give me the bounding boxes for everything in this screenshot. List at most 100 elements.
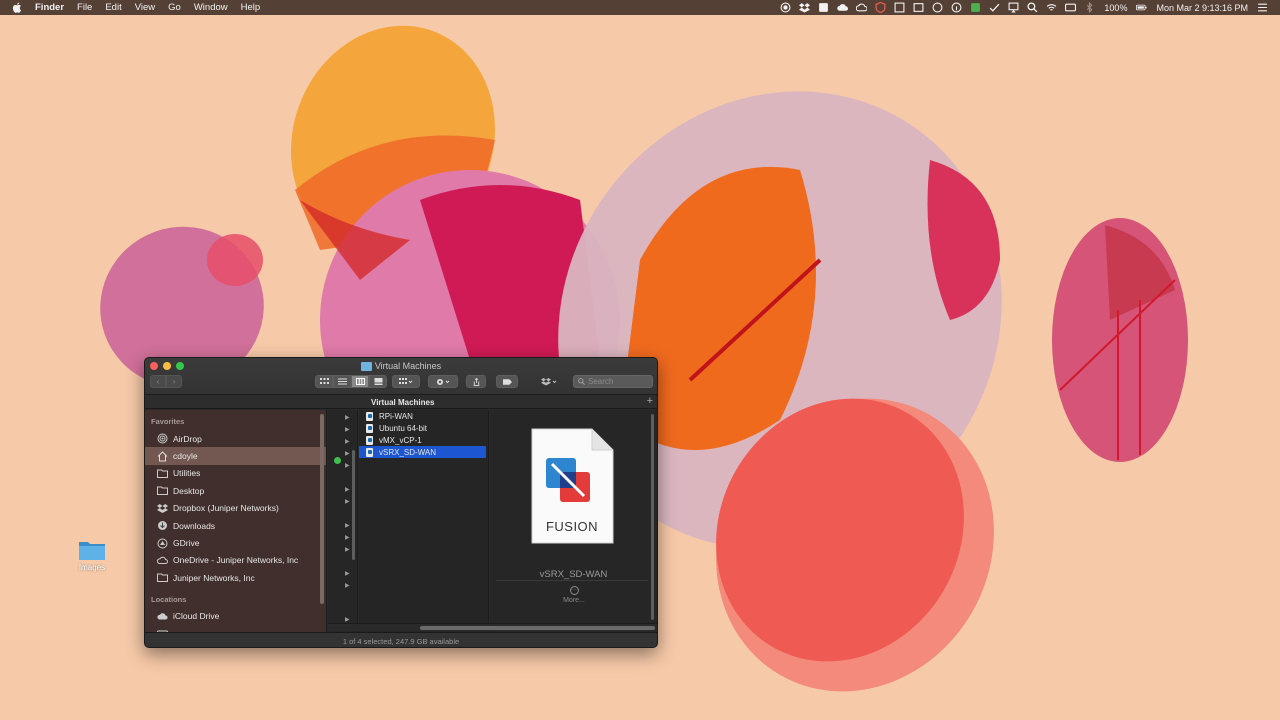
add-tab-button[interactable]: + bbox=[647, 395, 653, 407]
airplay-icon[interactable] bbox=[1008, 2, 1019, 13]
record-icon[interactable] bbox=[780, 2, 791, 13]
sidebar-item-utilities[interactable]: Utilities bbox=[145, 465, 326, 482]
sidebar-scrollbar[interactable] bbox=[320, 414, 324, 604]
file-item[interactable]: RPi-WAN bbox=[359, 410, 488, 422]
sidebar-item-downloads[interactable]: Downloads bbox=[145, 517, 326, 534]
bluetooth-icon[interactable] bbox=[1084, 2, 1095, 13]
sidebar-item-label: Utilities bbox=[173, 468, 201, 479]
apple-icon[interactable] bbox=[12, 1, 25, 14]
disclosure-arrow[interactable]: ▶ bbox=[345, 522, 350, 529]
horizontal-scrollbar[interactable] bbox=[328, 623, 657, 631]
sidebar-item-label: Dropbox (Juniper Networks) bbox=[173, 503, 279, 514]
dropbox-icon bbox=[157, 503, 168, 514]
path-bar: Virtual Machines + bbox=[145, 395, 657, 409]
column-view-button[interactable] bbox=[351, 375, 369, 388]
disclosure-arrow[interactable]: ▶ bbox=[345, 570, 350, 577]
flag-icon[interactable] bbox=[818, 2, 829, 13]
disclosure-arrow[interactable]: ▶ bbox=[345, 462, 350, 469]
disclosure-arrow[interactable]: ▶ bbox=[345, 486, 350, 493]
sidebar-item-dropbox[interactable]: Dropbox (Juniper Networks) bbox=[145, 500, 326, 517]
file-item-selected[interactable]: vSRX_SD-WAN bbox=[359, 446, 486, 458]
sidebar-item-gdrive[interactable]: GDrive bbox=[145, 534, 326, 551]
disclosure-arrow[interactable]: ▶ bbox=[345, 426, 350, 433]
battery-icon[interactable] bbox=[1136, 2, 1148, 13]
list-view-button[interactable] bbox=[333, 375, 351, 388]
title-bar[interactable]: Virtual Machines ‹ › bbox=[145, 358, 657, 395]
menu-go[interactable]: Go bbox=[168, 2, 181, 13]
airdrop-icon bbox=[157, 433, 168, 444]
menu-view[interactable]: View bbox=[135, 2, 155, 13]
tags-button[interactable] bbox=[496, 375, 518, 388]
status-menus: 100% Mon Mar 2 9:13:16 PM bbox=[776, 0, 1280, 15]
shield-icon[interactable] bbox=[875, 2, 886, 13]
view-mode-group bbox=[315, 375, 387, 388]
sidebar-item-label: Desktop bbox=[173, 485, 205, 496]
sidebar-item-juniper[interactable]: Juniper Networks, Inc bbox=[145, 569, 326, 586]
menu-finder[interactable]: Finder bbox=[35, 2, 64, 13]
cloud-upload-icon[interactable] bbox=[856, 2, 868, 13]
search-input[interactable] bbox=[588, 377, 650, 386]
cloud-icon[interactable] bbox=[837, 2, 849, 13]
file-column: RPi-WAN Ubuntu 64-bit vMX_vCP-1 vSRX_SD-… bbox=[359, 410, 489, 632]
dropbox-toolbar-button[interactable] bbox=[533, 375, 565, 388]
sidebar-locations-header: Locations bbox=[151, 594, 187, 604]
sidebar-item-desktop[interactable]: Desktop bbox=[145, 482, 326, 499]
file-item[interactable]: Ubuntu 64-bit bbox=[359, 422, 488, 434]
sidebar-item-onedrive[interactable]: OneDrive - Juniper Networks, Inc bbox=[145, 552, 326, 569]
column-title: Virtual Machines bbox=[371, 398, 435, 407]
disclosure-arrow[interactable]: ▶ bbox=[345, 438, 350, 445]
disclosure-arrow[interactable]: ▶ bbox=[345, 414, 350, 421]
file-name: vMX_vCP-1 bbox=[379, 435, 422, 445]
navigation-buttons: ‹ › bbox=[150, 375, 182, 388]
disclosure-arrow[interactable]: ▶ bbox=[345, 546, 350, 553]
disclosure-arrow[interactable]: ▶ bbox=[345, 534, 350, 541]
circle-d-icon[interactable] bbox=[932, 2, 943, 13]
dropbox-icon[interactable] bbox=[799, 2, 811, 13]
info-icon[interactable] bbox=[951, 2, 962, 13]
horizontal-scroll-thumb[interactable] bbox=[420, 626, 655, 630]
file-item[interactable]: vMX_vCP-1 bbox=[359, 434, 488, 446]
sidebar-item-cdoyle[interactable]: cdoyle bbox=[145, 447, 326, 465]
disclosure-arrow[interactable]: ▶ bbox=[345, 498, 350, 505]
sidebar-item-label: AirDrop bbox=[173, 433, 202, 444]
checkmark-icon[interactable] bbox=[989, 2, 1000, 13]
notification-center-icon[interactable] bbox=[1257, 2, 1268, 13]
more-icon: ··· bbox=[569, 586, 579, 595]
share-icon bbox=[473, 377, 479, 386]
disclosure-arrow[interactable]: ▶ bbox=[345, 450, 350, 457]
folder-icon bbox=[157, 485, 168, 496]
sidebar-item-icloud[interactable]: iCloud Drive bbox=[145, 608, 326, 625]
action-button[interactable] bbox=[428, 375, 458, 388]
display-icon[interactable] bbox=[913, 2, 924, 13]
preview-file-name: vSRX_SD-WAN bbox=[539, 569, 608, 580]
disclosure-arrow[interactable]: ▶ bbox=[345, 582, 350, 589]
group-by-button[interactable] bbox=[392, 375, 420, 388]
more-button[interactable]: ··· More... bbox=[558, 586, 590, 604]
keyboard-icon[interactable] bbox=[1065, 2, 1077, 13]
preview-scrollbar[interactable] bbox=[651, 414, 654, 620]
window-icon[interactable] bbox=[894, 2, 905, 13]
dropbox-icon bbox=[541, 377, 557, 385]
spotlight-icon[interactable] bbox=[1027, 2, 1038, 13]
search-field[interactable] bbox=[573, 375, 653, 388]
forward-button[interactable]: › bbox=[166, 375, 182, 388]
list-icon bbox=[337, 378, 347, 385]
more-label: More... bbox=[563, 597, 585, 604]
menu-bar: Finder File Edit View Go Window Help 100… bbox=[0, 0, 1280, 15]
menu-clock[interactable]: Mon Mar 2 9:13:16 PM bbox=[1156, 3, 1248, 13]
gallery-view-button[interactable] bbox=[369, 375, 387, 388]
disclosure-arrow[interactable]: ▶ bbox=[345, 616, 350, 623]
menu-window[interactable]: Window bbox=[194, 2, 228, 13]
sidebar-item-nope[interactable]: nope bbox=[145, 625, 326, 632]
menu-help[interactable]: Help bbox=[241, 2, 261, 13]
share-button[interactable] bbox=[466, 375, 486, 388]
sidebar-item-airdrop[interactable]: AirDrop bbox=[145, 430, 326, 447]
desktop-folder-images[interactable]: Images bbox=[72, 538, 112, 572]
menu-file[interactable]: File bbox=[77, 2, 92, 13]
icon-view-button[interactable] bbox=[315, 375, 333, 388]
column-scrollbar[interactable] bbox=[352, 450, 355, 560]
evernote-icon[interactable] bbox=[970, 2, 981, 13]
menu-edit[interactable]: Edit bbox=[105, 2, 121, 13]
back-button[interactable]: ‹ bbox=[150, 375, 166, 388]
wifi-icon[interactable] bbox=[1046, 2, 1057, 13]
